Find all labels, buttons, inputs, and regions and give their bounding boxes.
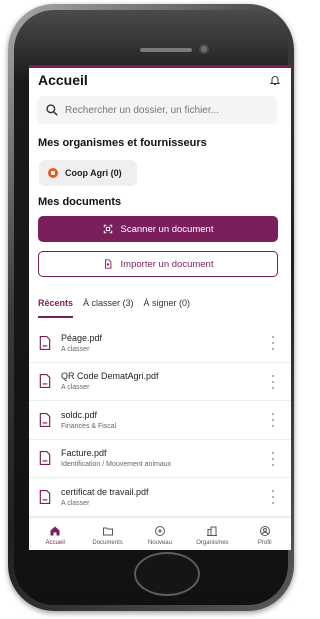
nav-label: Nouveau — [147, 540, 172, 546]
more-options-icon[interactable] — [271, 490, 275, 504]
organisations-title: Mes organismes et fournisseurs — [38, 137, 207, 149]
document-category: A classer — [61, 499, 90, 507]
app-header: Accueil — [29, 68, 291, 92]
nav-label: Organismes — [196, 540, 229, 546]
page-title: Accueil — [38, 72, 88, 88]
building-icon — [207, 526, 218, 536]
nav-label: Documents — [92, 540, 123, 546]
bottom-navigation: Accueil Documents Nouveau Organismes Pro… — [29, 517, 291, 550]
tab-a-signer[interactable]: À signer (0) — [144, 298, 191, 318]
recent-documents-list: Péage.pdf A classer QR Code DematAgri.pd… — [29, 324, 291, 517]
nav-item-accueil[interactable]: Accueil — [31, 525, 79, 546]
app-screen: Accueil Mes organismes et fournisseurs C… — [29, 65, 291, 550]
phone-camera — [199, 44, 209, 54]
documents-title: Mes documents — [38, 196, 122, 208]
list-item[interactable]: Péage.pdf A classer — [29, 324, 291, 363]
nav-item-profil[interactable]: Profil — [241, 525, 289, 546]
nav-item-documents[interactable]: Documents — [84, 525, 132, 546]
document-category: A classer — [61, 345, 90, 353]
more-options-icon[interactable] — [271, 374, 275, 389]
nav-item-nouveau[interactable]: Nouveau — [136, 525, 184, 546]
search-input[interactable] — [65, 104, 275, 116]
organisation-chip-label: Coop Agri (0) — [65, 168, 122, 178]
tab-recents[interactable]: Récents — [38, 298, 74, 318]
scan-document-label: Scanner un document — [120, 223, 214, 235]
pdf-file-icon — [39, 489, 51, 504]
plus-circle-icon — [154, 526, 165, 536]
nav-label: Profil — [257, 540, 272, 546]
profile-icon — [259, 526, 270, 536]
scan-icon — [103, 224, 112, 234]
nav-label: Accueil — [45, 540, 65, 546]
document-name: Facture.pdf — [61, 448, 107, 459]
document-name: certificat de travail.pdf — [61, 486, 149, 497]
document-name: QR Code DematAgri.pdf — [61, 371, 159, 382]
list-item[interactable]: soldc.pdf Finances & Fiscal — [29, 401, 291, 440]
pdf-file-icon — [39, 374, 51, 389]
pdf-file-icon — [39, 412, 51, 427]
document-tabs: Récents À classer (3) À signer (0) — [38, 298, 278, 318]
organisation-chip-coop-agri[interactable]: Coop Agri (0) — [39, 160, 137, 186]
coop-agri-logo — [48, 168, 58, 178]
list-item[interactable]: certificat de travail.pdf A classer — [29, 478, 291, 517]
bell-icon[interactable] — [269, 74, 281, 86]
folder-icon — [102, 527, 113, 536]
phone-speaker — [140, 48, 192, 52]
file-upload-icon — [104, 259, 111, 269]
search-bar[interactable] — [37, 96, 277, 124]
import-document-label: Importer un document — [120, 258, 214, 270]
list-item[interactable]: Facture.pdf Identification / Mouvement a… — [29, 440, 291, 478]
list-item[interactable]: QR Code DematAgri.pdf A classer — [29, 363, 291, 401]
document-name: Péage.pdf — [61, 332, 103, 343]
home-icon — [50, 526, 60, 536]
tab-a-classer[interactable]: À classer (3) — [83, 298, 134, 318]
pdf-file-icon — [39, 451, 51, 466]
phone-home-button[interactable] — [134, 552, 200, 596]
nav-item-organismes[interactable]: Organismes — [188, 525, 236, 546]
scan-document-button[interactable]: Scanner un document — [38, 216, 278, 242]
search-icon — [46, 104, 58, 116]
more-options-icon[interactable] — [271, 336, 275, 350]
import-document-button[interactable]: Importer un document — [38, 251, 278, 277]
more-options-icon[interactable] — [271, 451, 275, 466]
document-name: soldc.pdf — [61, 409, 98, 420]
document-category: Finances & Fiscal — [61, 422, 117, 430]
more-options-icon[interactable] — [271, 413, 275, 427]
document-category: A classer — [61, 384, 90, 392]
pdf-file-icon — [39, 335, 51, 350]
document-category: Identification / Mouvement animaux — [61, 461, 172, 469]
